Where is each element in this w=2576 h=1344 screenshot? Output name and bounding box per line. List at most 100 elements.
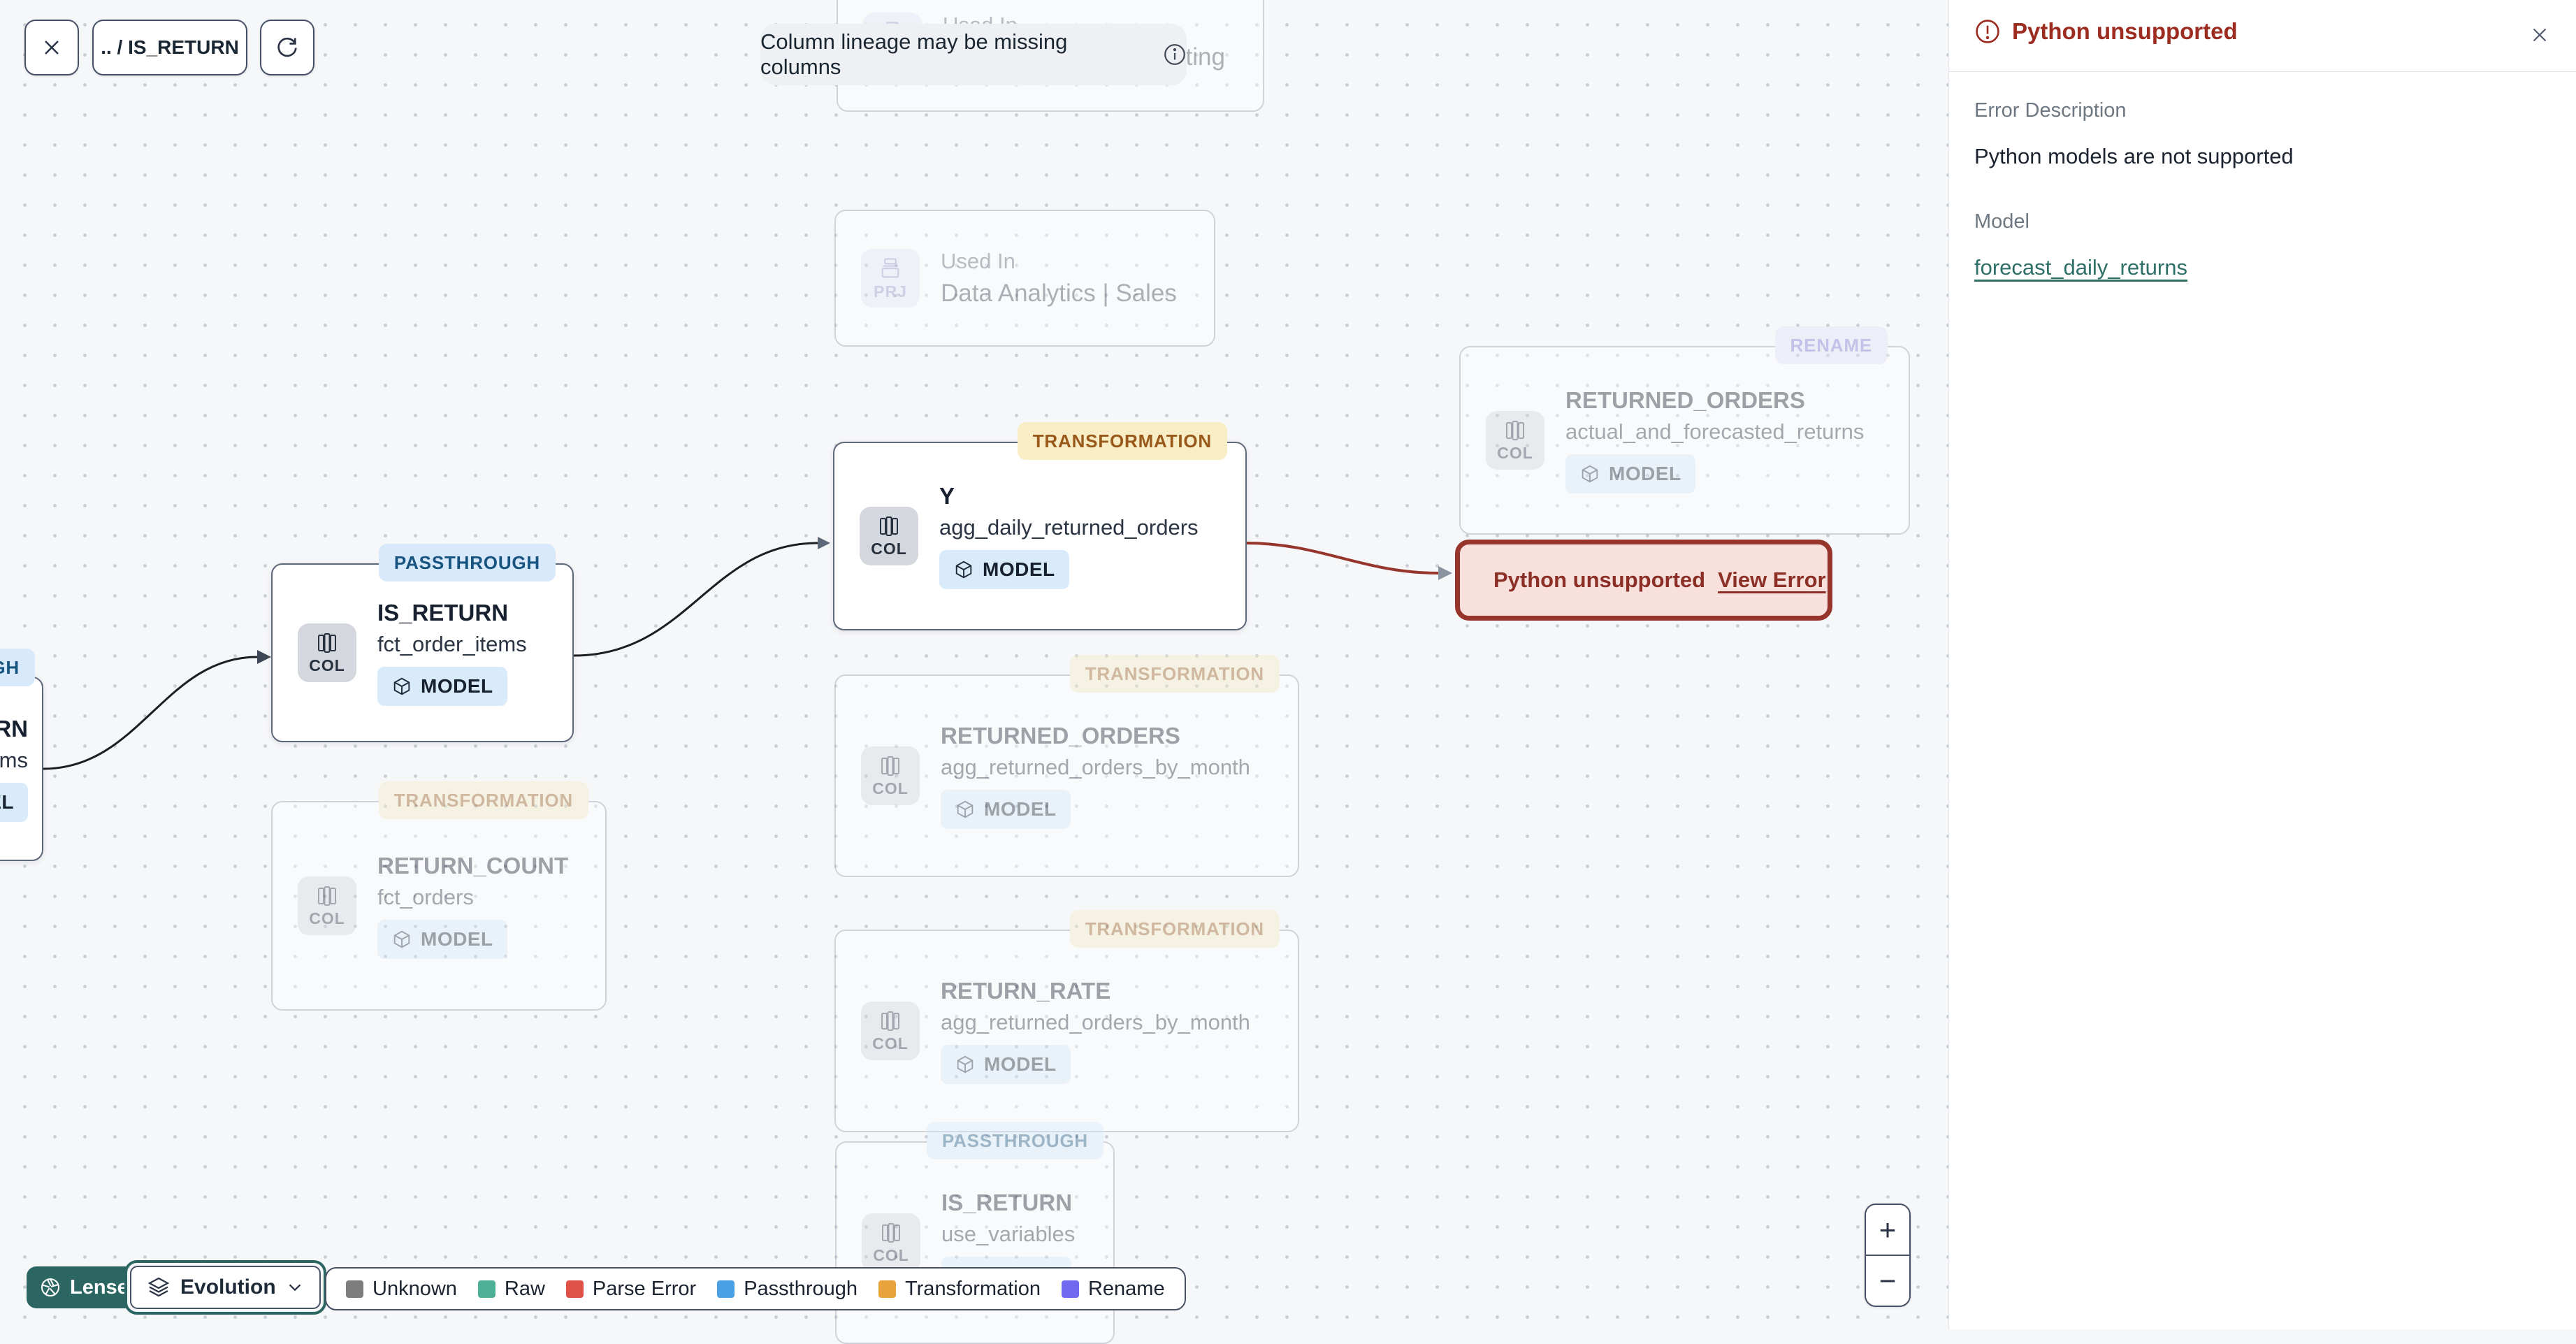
column-title: IS_RETURN (0, 716, 28, 742)
node-column-renamed-returned-orders[interactable]: RENAME COL RETURNED_ORDERS actual_and_fo… (1459, 326, 1910, 535)
legend-item: Unknown (346, 1278, 457, 1301)
model-chip: MODEL (939, 550, 1069, 589)
error-description-value: Python models are not supported (1974, 144, 2294, 168)
column-title: Y (939, 483, 955, 509)
transformation-badge: TRANSFORMATION (1069, 655, 1280, 693)
cube-icon (393, 677, 410, 695)
model-link[interactable]: forecast_daily_returns (1974, 255, 2187, 280)
column-icon-label: COL (309, 656, 345, 674)
model-subtitle: fct_orders (377, 885, 474, 909)
cube-icon (957, 1055, 974, 1074)
cube-icon (955, 561, 972, 579)
breadcrumb-button[interactable]: .. / IS_RETURN (92, 20, 247, 75)
legend-label: Transformation (905, 1277, 1041, 1300)
zoom-control: + − (1865, 1204, 1911, 1307)
column-icon-label: COL (872, 1034, 909, 1053)
notice-text: Column lineage may be missing columns (760, 29, 1068, 79)
model-chip: MODEL (0, 783, 28, 822)
legend-label: Rename (1087, 1277, 1165, 1300)
lens-aperture-icon (41, 1278, 59, 1296)
panel-header: Python unsupported (1949, 0, 2576, 71)
column-title: RETURNED_ORDERS (1565, 387, 1805, 413)
node-column-returned-orders-month[interactable]: TRANSFORMATION COL RETURNED_ORDERS agg_r… (834, 655, 1299, 877)
breadcrumb: .. / IS_RETURN (101, 36, 239, 58)
column-icon: COL (1486, 411, 1544, 470)
column-title: RETURNED_ORDERS (941, 723, 1180, 749)
node-column-y[interactable]: TRANSFORMATION COL Y agg_daily_returned_… (833, 422, 1247, 630)
column-icon-label: COL (871, 539, 907, 558)
column-icon: COL (298, 623, 356, 682)
column-title: RETURN_COUNT (377, 853, 569, 879)
evolution-label: Evolution (180, 1276, 276, 1299)
zoom-in-button[interactable]: + (1866, 1205, 1909, 1256)
model-subtitle: fct_order_items (377, 632, 527, 656)
column-icon-label: COL (872, 779, 909, 797)
legend-item: Raw (477, 1277, 545, 1301)
legend-label: Unknown (372, 1277, 457, 1300)
error-node-title: Python unsupported (1493, 568, 1706, 592)
model-subtitle: fct_order_items (0, 748, 28, 772)
model-label: Model (1974, 210, 2029, 233)
column-title: RETURN_RATE (941, 978, 1111, 1004)
model-chip: MODEL (1565, 454, 1695, 493)
lineage-notice: Column lineage may be missing columns (760, 24, 1187, 85)
node-error-python-unsupported[interactable]: Python unsupported View Error (1455, 540, 1832, 621)
column-icon-label: COL (309, 909, 345, 927)
project-icon: PRJ (861, 249, 920, 308)
close-icon (2533, 28, 2547, 42)
model-chip: MODEL (941, 1045, 1071, 1084)
column-icon: COL (862, 1213, 920, 1272)
close-icon (45, 41, 59, 55)
evolution-lens-dropdown[interactable]: Evolution (124, 1260, 326, 1315)
column-icon: COL (861, 746, 920, 805)
panel-divider (1949, 71, 2576, 72)
model-subtitle: agg_returned_orders_by_month (941, 1010, 1250, 1034)
used-in-label: Used In (941, 249, 1015, 273)
cube-icon (1582, 465, 1598, 483)
legend-swatch (565, 1280, 584, 1298)
panel-close-button[interactable] (2524, 20, 2555, 50)
legend-label: Raw (504, 1277, 545, 1300)
zoom-out-button[interactable]: − (1866, 1256, 1909, 1306)
column-icon: COL (861, 1002, 920, 1060)
model-chip: MODEL (941, 790, 1071, 829)
legend-item: Transformation (878, 1278, 1041, 1301)
column-title: IS_RETURN (377, 600, 509, 626)
legend-item: Rename (1061, 1277, 1165, 1301)
model-subtitle: actual_and_forecasted_returns (1565, 419, 1865, 444)
node-column-left-partial[interactable]: PASSTHROUGH IS_RETURN fct_order_items MO… (0, 649, 43, 861)
legend-item: Parse Error (565, 1278, 696, 1301)
info-icon[interactable] (1163, 43, 1187, 66)
cube-icon (393, 930, 410, 948)
view-error-link[interactable]: View Error (1718, 568, 1826, 593)
column-icon-label: COL (1497, 443, 1533, 462)
model-subtitle: agg_daily_returned_orders (939, 515, 1199, 540)
column-icon: COL (860, 507, 918, 565)
rename-badge: RENAME (1774, 326, 1888, 364)
project-icon-label: PRJ (874, 282, 907, 301)
node-column-return-rate[interactable]: TRANSFORMATION COL RETURN_RATE agg_retur… (834, 910, 1299, 1132)
node-column-return-count[interactable]: TRANSFORMATION COL RETURN_COUNT fct_orde… (271, 781, 607, 1011)
lineage-canvas[interactable]: PRJ Used In Data Analytics | Marketing P… (0, 0, 1948, 1344)
transformation-badge: TRANSFORMATION (1017, 422, 1227, 460)
model-subtitle: use_variables (941, 1222, 1076, 1246)
transformation-badge: TRANSFORMATION (1069, 910, 1280, 948)
refresh-button[interactable] (260, 20, 314, 75)
legend-label: Passthrough (744, 1277, 858, 1300)
model-chip: MODEL (377, 920, 507, 959)
column-icon: COL (298, 876, 356, 935)
passthrough-badge: PASSTHROUGH (0, 649, 35, 686)
node-project-sales[interactable]: PRJ Used In Data Analytics | Sales (834, 210, 1215, 347)
node-column-is-return[interactable]: PASSTHROUGH COL IS_RETURN fct_order_item… (271, 544, 574, 742)
legend-swatch (1061, 1280, 1079, 1298)
passthrough-badge: PASSTHROUGH (378, 544, 556, 581)
warning-icon (1976, 20, 1999, 43)
model-subtitle: agg_returned_orders_by_month (941, 755, 1250, 779)
node-column-use-variables[interactable]: PASSTHROUGH COL IS_RETURN use_variables … (835, 1122, 1115, 1344)
legend-swatch (878, 1280, 897, 1298)
close-lineage-button[interactable] (24, 20, 79, 75)
legend-swatch (477, 1280, 495, 1298)
error-detail-panel: Python unsupported Error Description Pyt… (1948, 0, 2576, 1329)
legend-item: Passthrough (717, 1278, 858, 1301)
panel-title: Python unsupported (2012, 18, 2238, 44)
